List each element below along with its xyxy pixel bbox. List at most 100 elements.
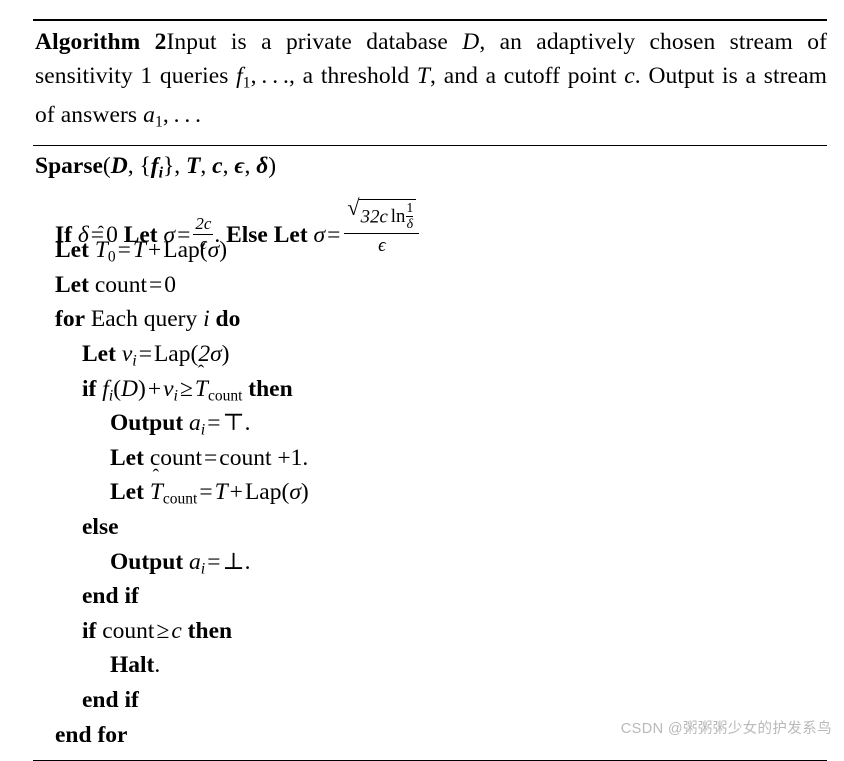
algorithm-line-13: if count≥c then [33, 614, 827, 649]
arg-f: f [150, 153, 159, 180]
radicand-ln: ln [390, 206, 406, 228]
lap-function: Lap [244, 479, 282, 506]
keyword-halt: Halt [110, 652, 155, 679]
comma-4: , [222, 153, 235, 180]
symbol-sigma: σ [207, 237, 220, 264]
fraction-numerator: 2c [195, 213, 212, 233]
bigfraction-numerator: √ 32c ln 1 δ [344, 196, 419, 234]
keyword-let: Let [55, 237, 89, 264]
equals: = [207, 410, 221, 437]
paren-open: ( [113, 375, 122, 402]
algorithm-line-7: Output ai=⊤. [33, 406, 827, 441]
lap-function: Lap [153, 341, 191, 367]
plus-one: +1 [277, 444, 303, 471]
csdn-watermark: CSDN @粥粥粥少女的护发系鸟 [620, 721, 832, 737]
paren-close: ) [268, 153, 277, 180]
loop-variable-i: i [203, 306, 210, 333]
plus-sign: + [147, 375, 162, 402]
period: . [154, 652, 161, 679]
arg-delta: δ [256, 153, 269, 180]
caption-sub-1a: 1 [242, 73, 251, 91]
keyword-let: Let [55, 271, 89, 298]
hat-accent-icon: ˆ [97, 223, 105, 245]
keyword-then: then [248, 375, 293, 402]
keyword-output: Output [110, 548, 184, 575]
algorithm-line-4: for Each query i do [33, 302, 827, 337]
comma-5: , [244, 153, 257, 180]
caption-var-a: a [143, 102, 155, 129]
algorithm-line-9: Let ˆ Tcount=T+Lap(σ) [33, 466, 827, 510]
period: . [244, 410, 251, 437]
symbol-nu: ν [163, 375, 174, 402]
keyword-let: Let [82, 341, 116, 367]
T-hat-group: ˆT [95, 224, 108, 268]
symbol-a: a [189, 548, 201, 575]
period: . [302, 444, 309, 471]
procedure-name: Sparse [35, 153, 103, 180]
symbol-D: D [121, 375, 139, 402]
algorithm-line-10: else [33, 510, 827, 545]
keyword-end-if: end if [82, 686, 139, 713]
symbol-nu: ν [121, 341, 133, 367]
algorithm-line-6: if fi(D)+νi≥ ˆ Tcount then [33, 362, 827, 407]
keyword-else-inline: Else [226, 221, 268, 248]
arg-T: T [186, 153, 201, 180]
arg-D: D [110, 153, 128, 180]
paren-close: ) [138, 375, 146, 402]
nested-denominator: δ [406, 215, 414, 232]
T-hat-group: ˆT [195, 362, 208, 407]
keyword-if: if [82, 617, 97, 644]
keyword-let-2: Let [273, 221, 308, 248]
caption-text-3: , . . ., a threshold [250, 62, 417, 89]
algorithm-block: Algorithm 2Input is a private database D… [33, 19, 827, 761]
equals: = [204, 444, 218, 471]
variable-count-rhs: count [219, 444, 272, 471]
algorithm-label: Algorithm 2 [35, 29, 167, 55]
sqrt-radicand: 32c ln 1 δ [358, 198, 417, 233]
comma-1: , [127, 153, 140, 180]
period: . [244, 548, 251, 575]
fraction-sqrt-over-epsilon: √ 32c ln 1 δ ϵ [344, 196, 420, 257]
lap-function: Lap [163, 237, 200, 264]
caption-var-D: D [462, 29, 480, 55]
value-zero: 0 [164, 271, 177, 298]
plus-sign: + [147, 237, 162, 264]
equals: = [207, 548, 221, 575]
radicand-32c: 32c [360, 206, 388, 228]
algorithm-line-2: Let ˆ T0=T+Lap(σ) [33, 224, 827, 268]
caption-var-f: f [236, 62, 243, 89]
geq-sign: ≥ [179, 375, 193, 402]
procedure-signature: Sparse(D, {fi}, T, c, ϵ, δ) [33, 146, 827, 190]
symbol-sigma: σ [289, 479, 301, 506]
equals: = [199, 479, 213, 506]
algorithm-line-5: Let νi=Lap(2σ) [33, 337, 827, 372]
algorithm-line-15: end if [33, 683, 827, 718]
top-symbol-icon: ⊤ [222, 410, 245, 437]
paren-open: ( [102, 153, 111, 180]
hat-accent-icon: ˆ [152, 465, 160, 487]
caption-sub-1b: 1 [154, 113, 163, 131]
caption-var-c: c [624, 62, 635, 89]
bottom-symbol-icon: ⊥ [222, 548, 245, 575]
keyword-end-for: end for [55, 721, 128, 748]
equals: = [149, 271, 163, 298]
equals-3: = [327, 221, 341, 248]
algorithm-caption: Algorithm 2Input is a private database D… [33, 21, 827, 143]
variable-c: c [171, 617, 182, 644]
algorithm-line-14: Halt. [33, 648, 827, 683]
symbol-T-rhs: T [132, 237, 146, 264]
subscript-0: 0 [107, 248, 116, 266]
brace-close: } [163, 153, 175, 180]
nested-numerator: 1 [406, 200, 414, 216]
caption-text-1: Input is a private database [166, 29, 463, 55]
algorithm-line-1: If δ=0 Let σ= 2c ϵ. Else Let σ= √ 32c ln 1 δ ϵ [33, 196, 827, 256]
arg-c: c [212, 153, 223, 180]
symbol-T-rhs: T [214, 479, 228, 506]
caption-text-6: , . . . [162, 102, 202, 129]
caption-var-T: T [416, 62, 431, 89]
keyword-end-if: end if [82, 583, 139, 610]
equals: = [117, 237, 131, 264]
comma-2: , [174, 153, 187, 180]
subscript-count: count [207, 386, 243, 404]
paren-close: ) [221, 341, 230, 367]
